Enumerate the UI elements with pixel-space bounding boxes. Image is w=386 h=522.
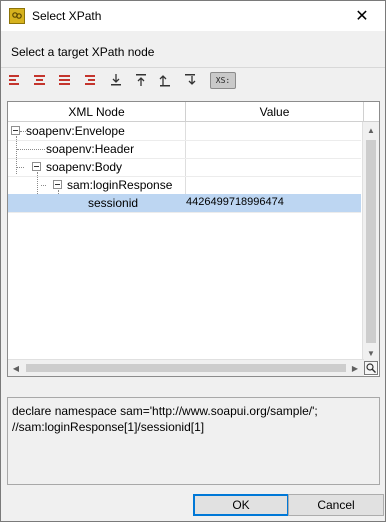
scroll-right-icon[interactable]: ▶ (347, 360, 363, 376)
title-bar: Select XPath ✕ (1, 1, 385, 31)
scroll-left-icon[interactable]: ◀ (8, 360, 24, 376)
close-button[interactable]: ✕ (339, 1, 385, 31)
node-label: sessionid (88, 196, 139, 210)
vertical-scroll-thumb[interactable] (366, 140, 376, 343)
column-header-value[interactable]: Value (186, 102, 364, 122)
node-label: sam:loginResponse (67, 178, 173, 192)
node-label: soapenv:Body (46, 160, 123, 174)
xpath-expression-area[interactable]: declare namespace sam='http://www.soapui… (7, 397, 380, 485)
column-header-xml-node[interactable]: XML Node (8, 102, 186, 122)
collapse-toggle-icon[interactable] (32, 162, 41, 171)
move-down-icon[interactable] (182, 72, 198, 88)
expand-all-icon[interactable] (133, 72, 149, 88)
row-divider (8, 212, 361, 213)
dialog-subtitle: Select a target XPath node (11, 45, 155, 59)
magnifier-icon (366, 363, 376, 373)
tree-row-header[interactable]: soapenv:Header (8, 140, 361, 158)
align-left-icon[interactable] (7, 72, 23, 88)
node-label: soapenv:Envelope (26, 124, 125, 138)
collapse-toggle-icon[interactable] (53, 180, 62, 189)
toolbar: XS: (7, 72, 247, 90)
ok-button[interactable]: OK (193, 494, 289, 516)
xpath-expression-line: //sam:loginResponse[1]/sessionid[1] (12, 420, 205, 434)
tree-row-body[interactable]: soapenv:Body (8, 158, 361, 176)
column-header-corner (364, 102, 379, 122)
close-icon: ✕ (355, 8, 369, 25)
collapse-all-icon[interactable] (108, 72, 124, 88)
xml-schema-toggle-button[interactable]: XS: (210, 72, 236, 89)
cancel-button[interactable]: Cancel (288, 494, 384, 516)
vertical-scrollbar[interactable]: ▲ ▼ (362, 122, 379, 361)
node-label: soapenv:Header (46, 142, 135, 156)
align-justify-icon[interactable] (57, 72, 73, 88)
tree-row-login-response[interactable]: sam:loginResponse (8, 176, 361, 194)
cancel-button-label: Cancel (317, 498, 355, 512)
tree-row-sessionid[interactable]: sessionid 4426499718996474 (8, 194, 361, 212)
xml-tree-table: XML Node Value soapenv:Envelope soapenv:… (7, 101, 380, 377)
align-center-icon[interactable] (32, 72, 48, 88)
zoom-corner-button[interactable] (364, 361, 378, 375)
scroll-up-icon[interactable]: ▲ (363, 122, 379, 138)
window-title: Select XPath (32, 9, 102, 23)
ok-button-label: OK (232, 498, 250, 512)
scroll-down-icon[interactable]: ▼ (363, 345, 379, 361)
soapui-app-icon (9, 8, 25, 24)
select-xpath-dialog: Select XPath ✕ Select a target XPath nod… (0, 0, 386, 522)
align-right-icon[interactable] (82, 72, 98, 88)
horizontal-scrollbar[interactable]: ◀ ▶ (8, 359, 364, 376)
tree-row-envelope[interactable]: soapenv:Envelope (8, 122, 361, 140)
node-value: 4426499718996474 (186, 196, 284, 208)
move-up-icon[interactable] (157, 72, 173, 88)
xpath-namespace-line: declare namespace sam='http://www.soapui… (12, 404, 318, 418)
horizontal-scroll-thumb[interactable] (26, 364, 346, 372)
collapse-toggle-icon[interactable] (11, 126, 20, 135)
